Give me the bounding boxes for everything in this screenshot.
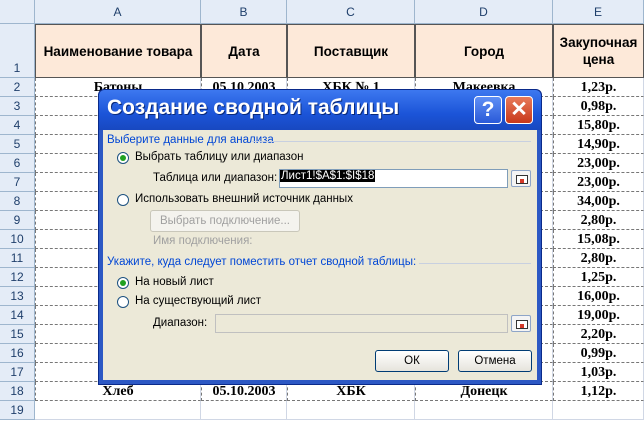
- select-all-corner[interactable]: [0, 0, 35, 24]
- data-cell[interactable]: 0,98р.: [553, 97, 644, 116]
- radio-new-sheet[interactable]: [117, 277, 129, 289]
- data-cell[interactable]: 2,80р.: [553, 211, 644, 230]
- header-cell-city[interactable]: Город: [415, 24, 553, 78]
- ok-button[interactable]: ОК: [375, 350, 449, 372]
- empty-cell[interactable]: [287, 401, 415, 420]
- row-header[interactable]: 3: [0, 97, 35, 116]
- empty-cell[interactable]: [35, 401, 201, 420]
- radio-existing-sheet-label[interactable]: На существующий лист: [135, 295, 261, 307]
- row-header[interactable]: 16: [0, 344, 35, 363]
- column-header-a[interactable]: A: [35, 0, 201, 24]
- data-cell[interactable]: 23,00р.: [553, 154, 644, 173]
- header-cell-price[interactable]: Закупочная цена: [553, 24, 644, 78]
- column-header-e[interactable]: E: [553, 0, 644, 24]
- row-header[interactable]: 11: [0, 249, 35, 268]
- destination-label: Диапазон:: [153, 317, 208, 329]
- header-cell-date[interactable]: Дата: [201, 24, 287, 78]
- data-cell[interactable]: 2,80р.: [553, 249, 644, 268]
- destination-input[interactable]: [215, 314, 508, 333]
- empty-cell[interactable]: [553, 401, 644, 420]
- row-header[interactable]: 4: [0, 116, 35, 135]
- empty-cell[interactable]: [201, 401, 287, 420]
- data-cell[interactable]: 34,00р.: [553, 192, 644, 211]
- data-cell[interactable]: 19,00р.: [553, 306, 644, 325]
- row-header[interactable]: 9: [0, 211, 35, 230]
- dialog-body: Выберите данные для анализа Выбрать табл…: [103, 130, 537, 380]
- header-cell-supplier[interactable]: Поставщик: [287, 24, 415, 78]
- data-cell[interactable]: 14,90р.: [553, 135, 644, 154]
- data-cell[interactable]: 16,00р.: [553, 287, 644, 306]
- help-icon[interactable]: ?: [474, 96, 502, 124]
- row-header[interactable]: 19: [0, 401, 35, 420]
- divider: [419, 263, 531, 264]
- row-header[interactable]: 5: [0, 135, 35, 154]
- choose-connection-button[interactable]: Выбрать подключение...: [150, 210, 300, 232]
- row-header[interactable]: 15: [0, 325, 35, 344]
- row-header[interactable]: 17: [0, 363, 35, 382]
- row-header[interactable]: 7: [0, 173, 35, 192]
- data-cell[interactable]: 15,08р.: [553, 230, 644, 249]
- range-label: Таблица или диапазон:: [153, 172, 278, 184]
- radio-new-sheet-label[interactable]: На новый лист: [135, 276, 214, 288]
- row-header[interactable]: 13: [0, 287, 35, 306]
- radio-external-source-label[interactable]: Использовать внешний источник данных: [135, 193, 353, 205]
- header-cell-name[interactable]: Наименование товара: [35, 24, 201, 78]
- data-cell[interactable]: 0,99р.: [553, 344, 644, 363]
- radio-external-source[interactable]: [117, 194, 129, 206]
- data-cell[interactable]: 1,12р.: [553, 382, 644, 401]
- section-report-location: Укажите, куда следует поместить отчет св…: [107, 256, 417, 268]
- range-picker-icon[interactable]: [511, 170, 531, 187]
- data-cell[interactable]: 1,25р.: [553, 268, 644, 287]
- close-icon[interactable]: ✕: [505, 96, 533, 124]
- radio-existing-sheet[interactable]: [117, 296, 129, 308]
- column-header-d[interactable]: D: [415, 0, 553, 24]
- column-header-b[interactable]: B: [201, 0, 287, 24]
- data-cell[interactable]: 1,03р.: [553, 363, 644, 382]
- row-header[interactable]: 1: [0, 24, 35, 78]
- divider: [251, 141, 531, 142]
- section-select-data: Выберите данные для анализа: [107, 134, 274, 146]
- radio-select-table[interactable]: [117, 152, 129, 164]
- empty-cell[interactable]: [415, 401, 553, 420]
- cancel-button[interactable]: Отмена: [458, 350, 532, 372]
- data-cell[interactable]: 2,20р.: [553, 325, 644, 344]
- dialog-title: Создание сводной таблицы: [107, 96, 400, 119]
- range-value: Лист1!$A$1:$I$18: [280, 170, 376, 182]
- dialog-title-bar[interactable]: Создание сводной таблицы ? ✕: [99, 90, 541, 130]
- radio-select-table-label[interactable]: Выбрать таблицу или диапазон: [135, 151, 303, 163]
- column-header-c[interactable]: C: [287, 0, 415, 24]
- data-cell[interactable]: 1,23р.: [553, 78, 644, 97]
- row-header[interactable]: 2: [0, 78, 35, 97]
- connection-name-label: Имя подключения:: [153, 235, 253, 247]
- create-pivot-table-dialog: Создание сводной таблицы ? ✕ Выберите да…: [98, 89, 542, 385]
- row-header[interactable]: 18: [0, 382, 35, 401]
- row-header[interactable]: 14: [0, 306, 35, 325]
- row-header[interactable]: 8: [0, 192, 35, 211]
- range-input[interactable]: Лист1!$A$1:$I$18: [279, 169, 508, 188]
- row-header[interactable]: 6: [0, 154, 35, 173]
- data-cell[interactable]: 23,00р.: [553, 173, 644, 192]
- destination-picker-icon[interactable]: [511, 315, 531, 332]
- row-header[interactable]: 10: [0, 230, 35, 249]
- row-header[interactable]: 12: [0, 268, 35, 287]
- data-cell[interactable]: 15,80р.: [553, 116, 644, 135]
